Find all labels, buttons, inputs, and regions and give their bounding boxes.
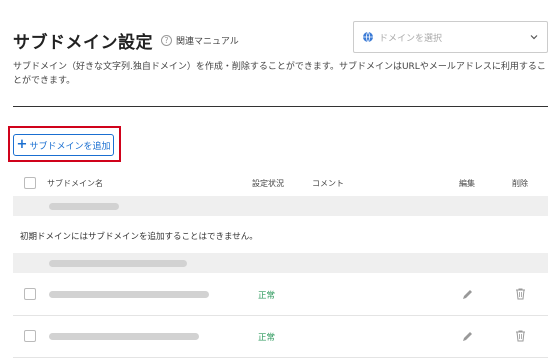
pencil-icon[interactable] bbox=[461, 288, 474, 301]
chevron-down-icon bbox=[530, 35, 538, 40]
add-subdomain-button[interactable]: + サブドメインを追加 bbox=[13, 134, 114, 156]
column-delete: 削除 bbox=[512, 179, 528, 188]
domain-group-header bbox=[13, 196, 548, 216]
help-link-label: 関連マニュアル bbox=[176, 37, 239, 47]
row-checkbox[interactable] bbox=[24, 288, 36, 300]
trash-icon[interactable] bbox=[514, 329, 527, 342]
subdomain-name-redacted bbox=[49, 291, 209, 298]
select-all-checkbox[interactable] bbox=[24, 177, 36, 189]
table-row: 正常 bbox=[13, 274, 548, 316]
add-subdomain-label: サブドメインを追加 bbox=[29, 141, 111, 152]
subdomain-name-redacted bbox=[49, 333, 199, 340]
question-icon: ? bbox=[161, 35, 172, 46]
trash-icon[interactable] bbox=[514, 287, 527, 300]
column-name: サブドメイン名 bbox=[47, 179, 103, 188]
column-comment: コメント bbox=[312, 179, 344, 188]
domain-select[interactable]: ドメインを選択 bbox=[353, 21, 548, 53]
page-title: サブドメイン設定 bbox=[13, 33, 153, 53]
pencil-icon[interactable] bbox=[461, 330, 474, 343]
column-edit: 編集 bbox=[459, 179, 475, 188]
table-header: サブドメイン名 設定状況 コメント 編集 削除 bbox=[13, 172, 548, 194]
initial-domain-note: 初期ドメインにはサブドメインを追加することはできません。 bbox=[20, 232, 258, 242]
domain-name-redacted bbox=[49, 260, 187, 267]
column-status: 設定状況 bbox=[252, 179, 284, 188]
domain-name-redacted bbox=[49, 203, 119, 210]
globe-icon bbox=[363, 31, 373, 43]
domain-select-placeholder: ドメインを選択 bbox=[379, 33, 443, 44]
page-description: サブドメイン（好きな文字列.独自ドメイン）を作成・削除することができます。サブド… bbox=[13, 62, 546, 86]
plus-icon: + bbox=[16, 137, 28, 152]
status-badge: 正常 bbox=[258, 333, 276, 343]
row-checkbox[interactable] bbox=[24, 330, 36, 342]
status-badge: 正常 bbox=[258, 291, 276, 301]
divider bbox=[13, 106, 548, 107]
table-row: 正常 bbox=[13, 316, 548, 358]
help-link[interactable]: ? 関連マニュアル bbox=[161, 34, 239, 47]
domain-group-header bbox=[13, 253, 548, 273]
